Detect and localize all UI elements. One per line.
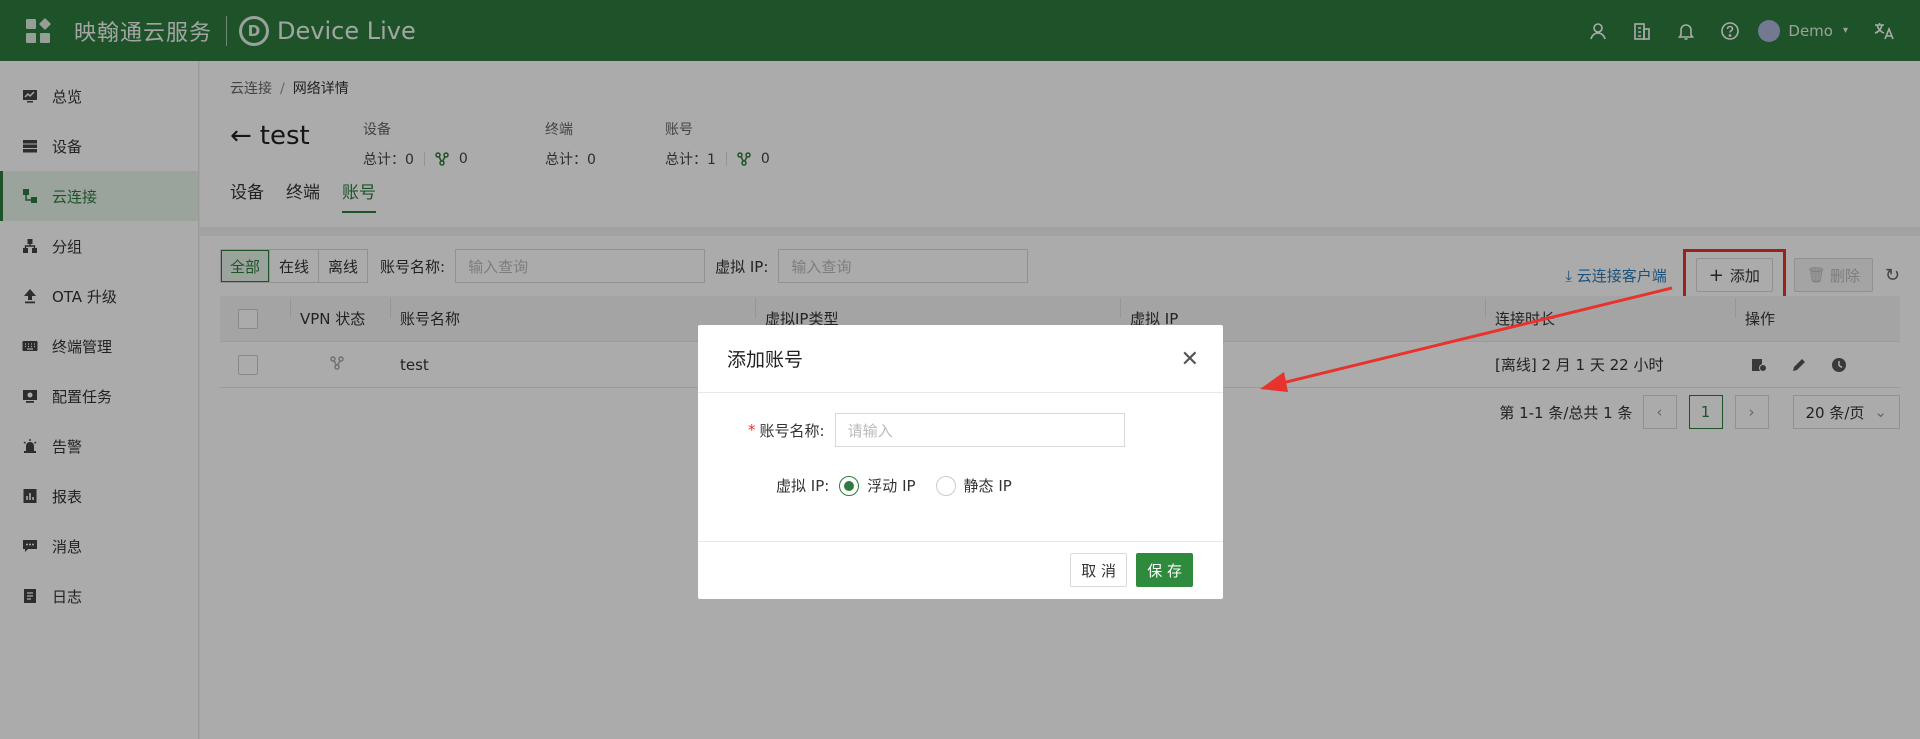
virtual-ip-label: 虚拟 IP: [776,477,830,495]
virtual-ip-row: 虚拟 IP: 浮动 IP 静态 IP [776,475,1012,496]
account-name-row: * 账号名称: 请输入 [748,413,1125,447]
account-name-input[interactable]: 请输入 [834,413,1125,447]
required-asterisk: * [748,421,756,439]
floating-ip-radio[interactable] [839,475,860,496]
dialog-header: 添加账号 ✕ [698,325,1223,393]
static-ip-option[interactable]: 静态 IP [935,475,1012,496]
close-icon[interactable]: ✕ [1181,347,1199,372]
floating-ip-option[interactable]: 浮动 IP [839,475,916,496]
dialog-footer: 取 消 保 存 [698,541,1223,599]
dialog-title: 添加账号 [727,349,804,371]
static-ip-label: 静态 IP [963,477,1012,495]
save-button[interactable]: 保 存 [1136,553,1193,587]
floating-ip-label: 浮动 IP [867,477,916,495]
add-account-dialog: 添加账号 ✕ * 账号名称: 请输入 虚拟 IP: 浮动 IP 静态 IP 取 … [698,325,1223,599]
cancel-button[interactable]: 取 消 [1070,553,1127,587]
account-name-label: 账号名称: [759,421,825,440]
static-ip-radio[interactable] [935,475,956,496]
